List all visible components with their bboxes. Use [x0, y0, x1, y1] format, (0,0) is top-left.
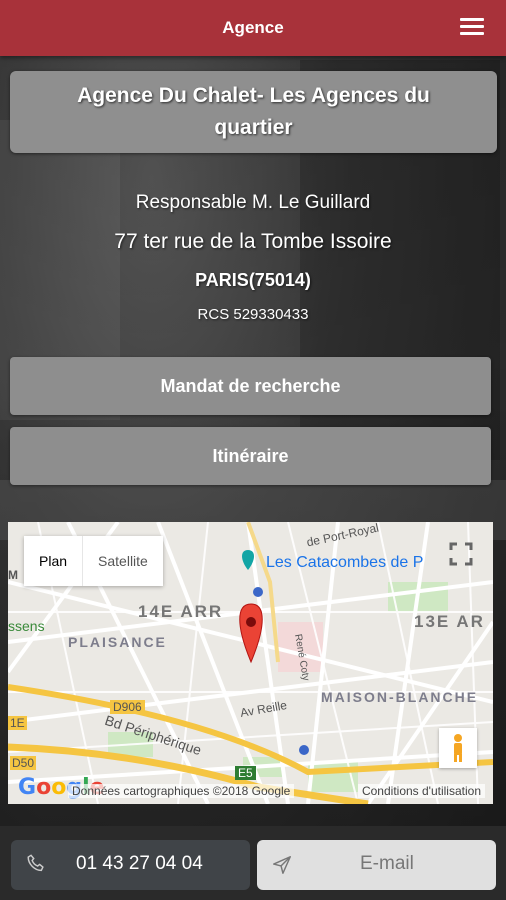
map-view[interactable]: 14E ARR 13E AR PLAISANCE MAISON-BLANCHE …	[8, 522, 493, 804]
agency-name: Agence Du Chalet- Les Agences du quartie…	[77, 84, 430, 139]
page-title: Agence	[222, 18, 284, 37]
map-label-catacombes: Les Catacombes de P	[266, 554, 424, 571]
map-attribution: Données cartographiques ©2018 Google	[68, 784, 295, 798]
phone-number: 01 43 27 04 04	[76, 853, 203, 874]
agency-city: PARIS(75014)	[195, 270, 311, 290]
map-road-e5: E5	[235, 766, 256, 780]
email-button[interactable]: E-mail	[257, 840, 496, 890]
map-label-13e: 13E AR	[414, 612, 485, 631]
map-label-plaisance: PLAISANCE	[68, 634, 167, 650]
street-view-pegman-icon[interactable]	[439, 728, 477, 768]
map-tab-plan[interactable]: Plan	[24, 536, 84, 586]
hamburger-menu-icon[interactable]	[460, 18, 484, 38]
agency-address: 77 ter rue de la Tombe Issoire	[114, 230, 392, 253]
map-tab-satellite[interactable]: Satellite	[83, 536, 163, 586]
agency-manager: Responsable M. Le Guillard	[135, 192, 371, 213]
map-road-d50: D50	[10, 756, 37, 770]
agency-rcs: RCS 529330433	[197, 306, 309, 323]
map-road-1e: 1E	[8, 716, 27, 730]
map-label-m: M	[8, 568, 18, 582]
agency-name-banner: Agence Du Chalet- Les Agences du quartie…	[10, 71, 497, 153]
phone-icon	[27, 854, 44, 872]
phone-call-button[interactable]: 01 43 27 04 04	[11, 840, 250, 890]
map-type-tabs: Plan Satellite	[24, 536, 163, 586]
itineraire-button[interactable]: Itinéraire	[10, 427, 491, 485]
map-label-14e: 14E ARR	[138, 602, 224, 621]
map-road-d906: D906	[110, 700, 145, 714]
email-label: E-mail	[360, 853, 414, 874]
map-label-maison-blanche: MAISON-BLANCHE	[321, 689, 479, 705]
fullscreen-icon[interactable]	[443, 536, 479, 572]
top-app-bar: Agence	[0, 0, 506, 56]
mandat-de-recherche-button[interactable]: Mandat de recherche	[10, 357, 491, 415]
map-terms-link[interactable]: Conditions d'utilisation	[357, 784, 485, 798]
send-icon	[273, 856, 291, 874]
map-label-sens: ssens	[8, 618, 45, 634]
